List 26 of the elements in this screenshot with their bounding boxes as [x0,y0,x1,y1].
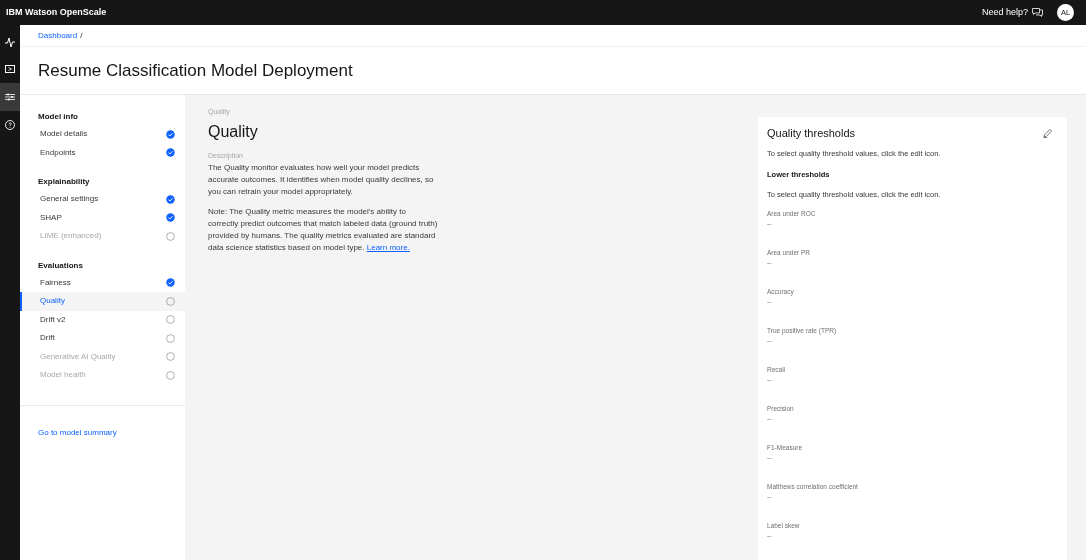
breadcrumb-link[interactable]: Dashboard [38,29,78,42]
card-title: Quality thresholds [767,126,856,141]
edit-icon[interactable] [1043,128,1053,138]
learn-more-link[interactable]: Learn more. [366,243,410,252]
nav-item[interactable]: Model details [20,125,185,144]
page-title: Resume Classification Model Deployment [38,59,353,82]
nav-section-title: Evaluations [37,259,84,272]
nav-item[interactable]: General settings [20,190,185,209]
product-name: IBM Watson OpenScale [6,5,107,19]
model-summary-link[interactable]: Go to model summary [38,427,117,437]
nav-item[interactable]: Fairness [20,273,185,292]
note-text: Note: The Quality metric measures the model's ability to correctly predict outcomes that match labeled data (ground truth) provided by humans. The quality metrics evaluated are standard data science statistics based on model type. Learn more. [208,206,438,254]
section-title: Quality [208,121,259,142]
nav-item[interactable]: SHAP [20,208,185,227]
help-icon [3,118,17,132]
breadcrumb-separator: / [80,29,83,42]
media-icon [3,62,17,76]
chat-icon [1032,8,1043,17]
nav-section-title: Model info [37,111,79,123]
nav-item[interactable]: Drift v2 [20,310,185,329]
nav-item[interactable]: Quality [20,292,185,311]
nav-item[interactable]: Drift [20,329,185,348]
description-text: The Quality monitor evaluates how well your model predicts accurate outcomes. It identifies when model quality declines, so you can retrain your model appropriately. [208,162,435,198]
help-button[interactable]: Need help? [981,5,1043,20]
nav-item[interactable]: Endpoints [20,143,185,162]
nav-section-title: Explainability [37,176,91,188]
